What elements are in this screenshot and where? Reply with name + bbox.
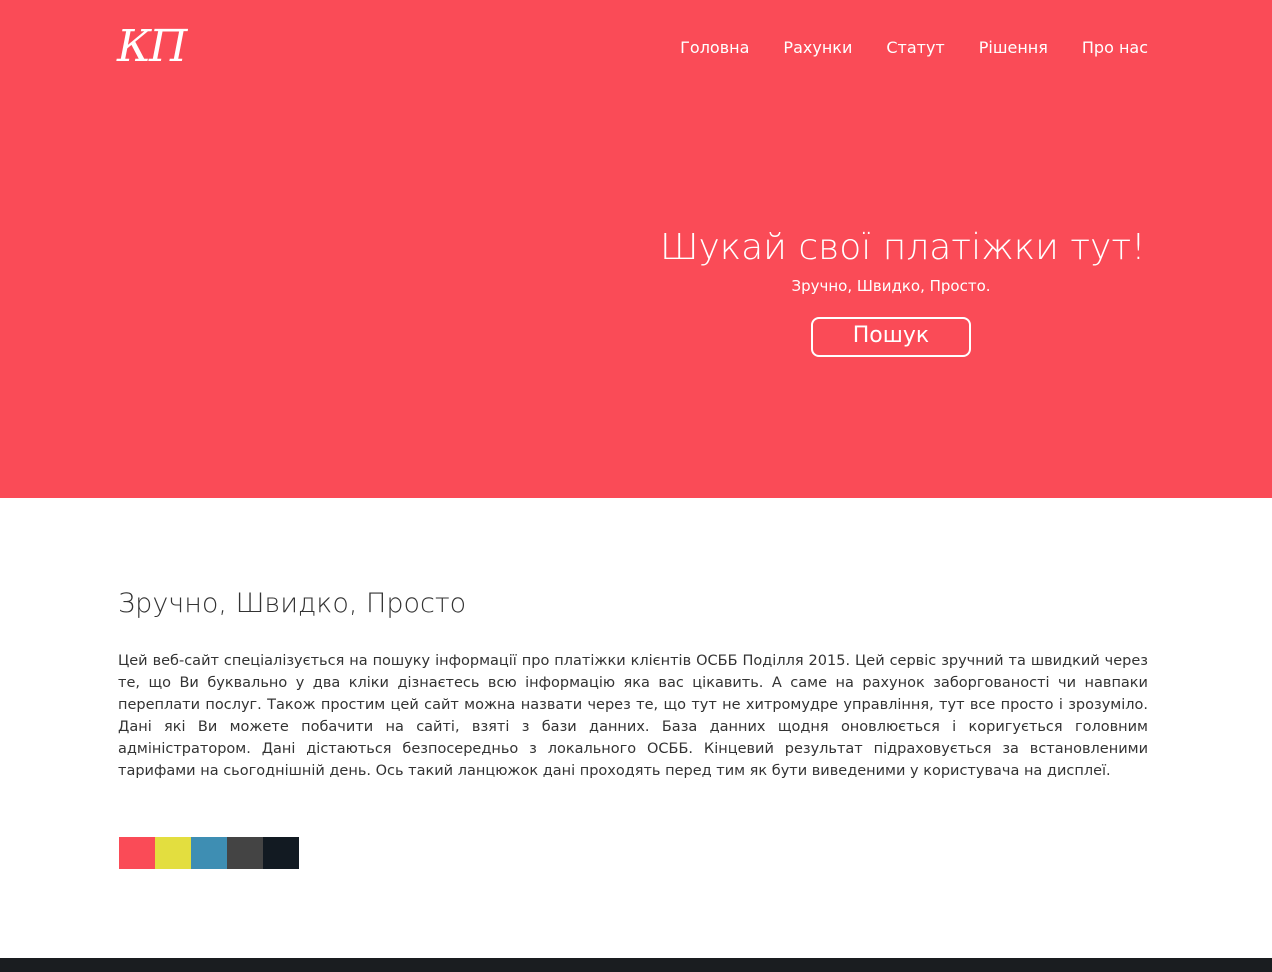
nav-item-about[interactable]: Про нас [1082,38,1148,58]
hero-subtitle: Зручно, Швидко, Просто. [791,277,991,295]
about-title: Зручно, Швидко, Просто [118,588,467,619]
nav-item-statute[interactable]: Статут [886,38,944,58]
nav-item-home[interactable]: Головна [680,38,749,58]
color-palette [119,837,299,869]
color-swatch-dark [263,837,299,869]
hero-section: КП Головна Рахунки Статут Рішення Про на… [0,0,1272,498]
color-swatch-gray [227,837,263,869]
main-nav: Головна Рахунки Статут Рішення Про нас [680,38,1148,58]
site-logo[interactable]: КП [117,22,187,72]
color-swatch-blue [191,837,227,869]
color-swatch-yellow [155,837,191,869]
search-button[interactable]: Пошук [811,317,971,357]
footer [0,958,1272,972]
about-text: Цей веб-сайт спеціалізується на пошуку і… [118,653,1148,779]
nav-item-accounts[interactable]: Рахунки [783,38,852,58]
nav-item-decisions[interactable]: Рішення [979,38,1048,58]
color-swatch-red [119,837,155,869]
hero-title: Шукай свої платіжки тут! [660,227,1146,268]
